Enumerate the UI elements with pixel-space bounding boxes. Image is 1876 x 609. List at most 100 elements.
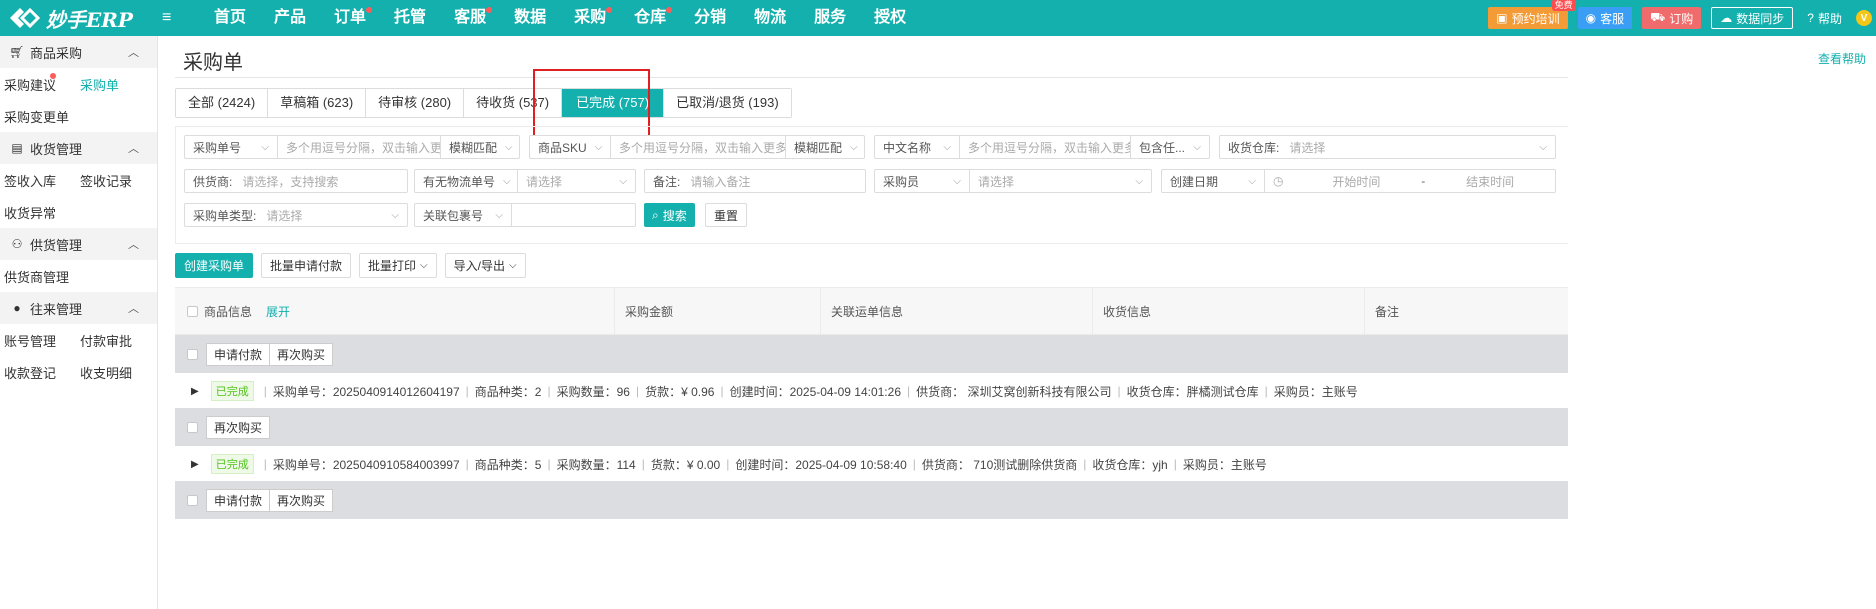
cn-name-input[interactable]: 多个用逗号分隔，双击输入更多 [960,139,1130,156]
supplier-select[interactable]: 供货商: 请选择，支持搜索 [184,169,408,193]
date-range-filter[interactable]: 创建日期 ⌵ ◷ 开始时间 - 结束时间 [1161,169,1556,193]
sidebar-item[interactable]: 收支明细 [76,363,152,382]
expand-row-icon[interactable]: ▶ [191,386,199,397]
chevron-down-icon: ⌵ [391,209,399,221]
col-receiving: 收货信息 [1093,287,1365,335]
nav-item[interactable]: 仓库 [620,0,680,36]
row-checkbox[interactable] [187,348,198,360]
buyer-filter[interactable]: 采购员 ⌵ 请选择 ⌵ [874,169,1152,193]
expand-link[interactable]: 展开 [266,303,290,320]
sidebar-group[interactable]: ● 往来管理 ︿ [0,292,157,324]
nav-item[interactable]: 服务 [800,0,860,36]
sidebar-item[interactable]: 采购单 [76,75,152,94]
order-no-input[interactable]: 多个用逗号分隔，双击输入更多 [278,139,440,156]
reset-button[interactable]: 重置 [705,203,748,227]
chevron-down-icon: ⌵ [508,260,517,271]
status-badge: 已完成 [210,381,254,401]
search-icon: ⌕ [652,207,659,222]
order-field: 商品种类：5 [474,457,542,472]
help-button[interactable]: ? 帮助 [1803,7,1846,29]
logistics-filter[interactable]: 有无物流单号 ⌵ 请选择 ⌵ [414,169,636,193]
sku-filter[interactable]: 商品SKU ⌵ 多个用逗号分隔，双击输入更多 模糊匹配 ⌵ [529,135,865,159]
import-export-button[interactable]: 导入/导出 ⌵ [444,253,526,278]
sidebar-item[interactable]: 签收入库 [0,171,76,190]
nav-item[interactable]: 物流 [740,0,800,36]
sidebar-item[interactable]: 采购变更单 [0,107,76,126]
order-no-filter[interactable]: 采购单号 ⌵ 多个用逗号分隔，双击输入更多 模糊匹配 ⌵ [184,135,520,159]
sidebar-item[interactable]: 账号管理 [0,331,76,350]
tab[interactable]: 草稿箱 (623) [268,89,367,117]
expand-row-icon[interactable]: ▶ [191,459,199,470]
logo-icon [8,5,41,31]
create-order-button[interactable]: 创建采购单 [175,253,254,278]
menu-toggle-icon[interactable]: ≡ [162,9,182,27]
notification-dot [606,7,613,13]
date-start-input[interactable]: 开始时间 [1291,173,1421,190]
nav-item[interactable]: 采购 [560,0,620,36]
sidebar-item[interactable]: 收款登记 [0,363,76,382]
order-field: 采购数量：96 [556,384,630,399]
warehouse-select[interactable]: 收货仓库: 请选择 ⌵ [1219,135,1556,159]
remark-input[interactable]: 备注: 请输入备注 [644,169,866,193]
rebuy-button[interactable]: 再次购买 [206,415,271,439]
rebuy-button[interactable]: 再次购买 [270,488,334,512]
nav-item[interactable]: 产品 [260,0,320,36]
order-type-select[interactable]: 采购单类型: 请选择 ⌵ [184,203,408,227]
notification-dot [50,72,56,79]
sync-button[interactable]: ☁ 数据同步 [1711,7,1794,29]
notification-dot [666,7,673,13]
sidebar-item[interactable]: 收货异常 [0,203,76,222]
sidebar-item[interactable]: 付款审批 [76,331,152,350]
sidebar-item[interactable]: 采购建议 [0,72,76,94]
cn-name-filter[interactable]: 中文名称 ⌵ 多个用逗号分隔，双击输入更多 包含任... ⌵ [874,135,1210,159]
tab[interactable]: 全部 (2424) [176,89,269,117]
divider [175,77,1568,78]
order-field: 采购数量：114 [556,457,636,472]
date-end-input[interactable]: 结束时间 [1425,173,1555,190]
nav-item[interactable]: 分销 [680,0,740,36]
main-nav: 首页 产品 订单 托管 客服 数据 采购 仓库 分销 物流 服务 授权 [200,0,920,36]
separator: | [641,457,645,471]
tab[interactable]: 待审核 (280) [366,89,465,117]
sidebar-group[interactable]: 🛒︎ 商品采购 ︿ [0,36,157,68]
sidebar-group[interactable]: ⚇ 供货管理 ︿ [0,228,157,260]
separator: | [1264,384,1268,398]
batch-pay-button[interactable]: 批量申请付款 [261,253,352,278]
nav-item[interactable]: 数据 [500,0,560,36]
sidebar-item[interactable]: 签收记录 [76,171,152,190]
avatar[interactable]: V [1856,10,1872,26]
select-all-checkbox[interactable] [187,305,198,317]
status-badge: 已完成 [210,454,254,474]
col-waybill: 关联运单信息 [821,287,1093,335]
brand-logo[interactable]: 妙手ERP [0,4,170,33]
nav-item[interactable]: 首页 [200,0,260,36]
service-button[interactable]: ◉ 客服 [1577,7,1633,29]
order-group-bar: 申请付款 再次购买 [175,335,1568,373]
request-payment-button[interactable]: 申请付款 [206,488,271,512]
batch-print-button[interactable]: 批量打印 ⌵ [359,253,437,278]
package-filter[interactable]: 关联包裹号 ⌵ [414,203,636,227]
training-button[interactable]: ▣ 预约培训 免费 [1488,0,1576,29]
request-payment-button[interactable]: 申请付款 [206,342,271,366]
nav-item[interactable]: 订单 [320,0,380,36]
nav-item[interactable]: 托管 [380,0,440,36]
separator: | [635,384,640,398]
separator: | [547,384,551,398]
nav-item[interactable]: 客服 [440,0,500,36]
chevron-down-icon: ⌵ [594,141,603,153]
row-checkbox[interactable] [187,421,198,433]
separator: | [912,457,916,471]
row-checkbox[interactable] [187,494,198,506]
nav-item[interactable]: 授权 [860,0,920,36]
sidebar-item[interactable]: 供货商管理 [0,267,76,286]
rebuy-button[interactable]: 再次购买 [270,342,334,366]
sku-input[interactable]: 多个用逗号分隔，双击输入更多 [611,139,785,156]
order-field: 货款：¥ 0.00 [650,457,721,472]
separator: | [547,457,551,471]
tab[interactable]: 已取消/退货 (193) [664,89,791,117]
chevron-up-icon: ︿ [128,239,139,251]
view-help-link[interactable]: 查看帮助 [1818,50,1866,67]
search-button[interactable]: ⌕ 搜索 [644,203,695,227]
sidebar-group[interactable]: ▤ 收货管理 ︿ [0,132,157,164]
order-button[interactable]: ⛟ 订购 [1642,7,1702,29]
